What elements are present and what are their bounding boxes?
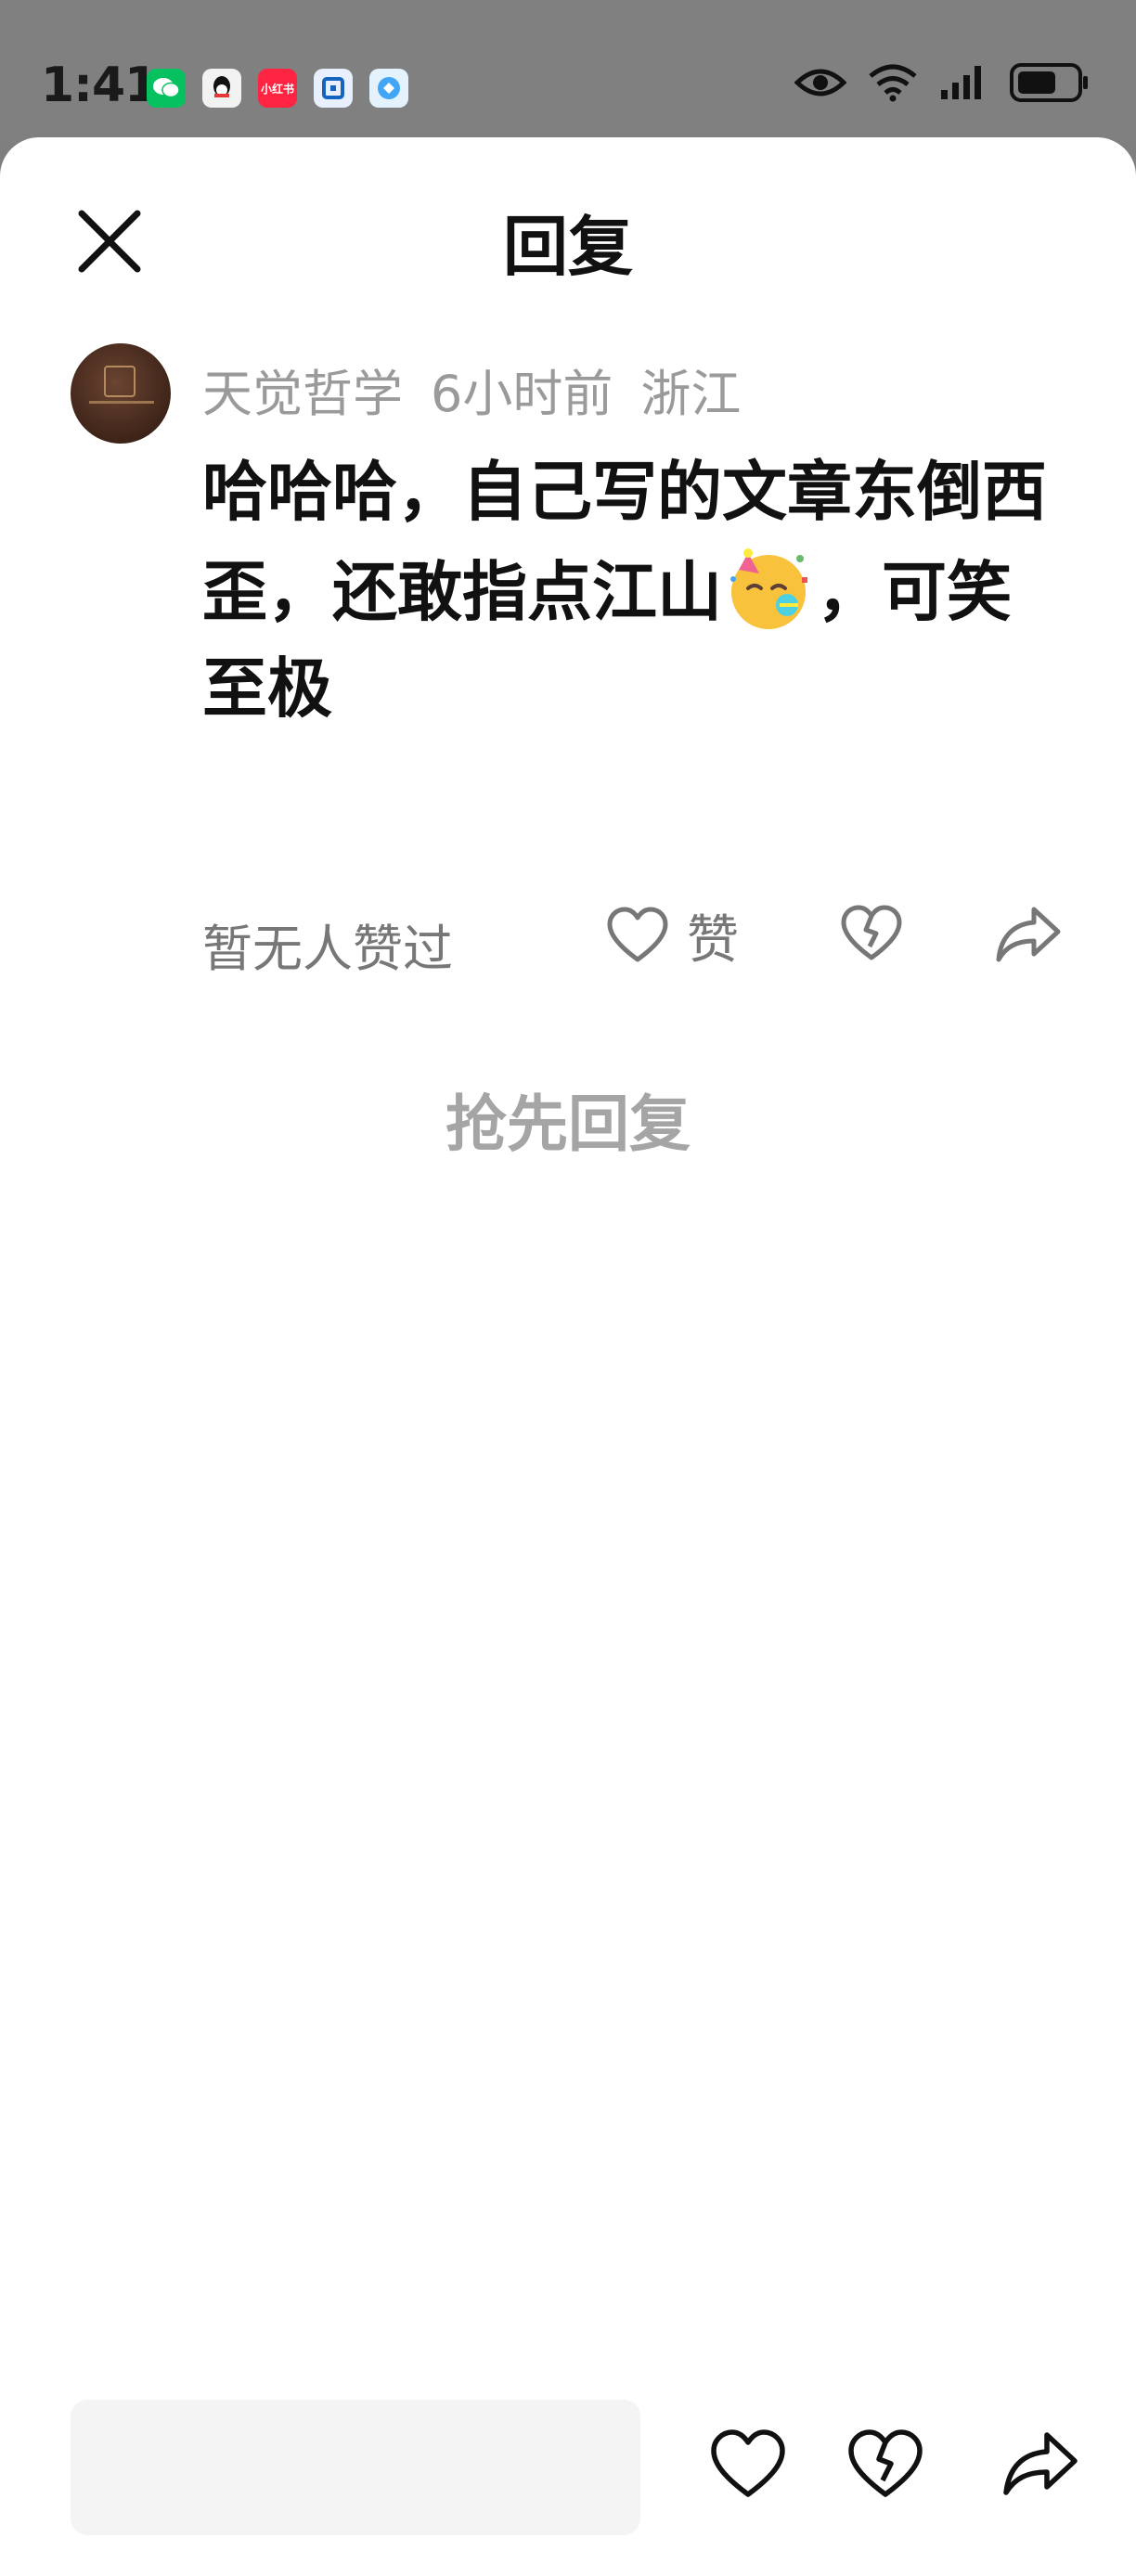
empty-replies-prompt[interactable]: 抢先回复 <box>0 1075 1136 1164</box>
signal-icon <box>941 66 981 99</box>
page-title: 回复 <box>503 209 633 285</box>
bank-icon <box>314 69 353 108</box>
heart-icon <box>607 907 668 961</box>
status-bar: 1:41 小红书 <box>0 0 1136 139</box>
like-label[interactable]: 赞 <box>687 898 739 973</box>
share-button[interactable] <box>993 902 1064 971</box>
share-icon <box>1003 2432 1078 2495</box>
qq-icon <box>202 69 241 108</box>
bottom-dislike-button[interactable] <box>846 2428 924 2505</box>
system-icons <box>794 63 1090 102</box>
comment-actions: 暂无人赞过 赞 <box>202 898 1084 982</box>
wechat-icon <box>147 69 186 108</box>
avatar-logo-mark <box>104 366 136 397</box>
status-time: 1:41 <box>41 58 158 113</box>
heart-icon <box>711 2429 785 2497</box>
xiaohongshu-icon: 小红书 <box>258 69 297 108</box>
partying-face-emoji <box>730 548 807 629</box>
comment-location: 浙江 <box>640 365 742 423</box>
broken-heart-icon <box>848 2429 923 2497</box>
wifi-icon <box>869 64 917 102</box>
broken-heart-icon <box>841 905 902 960</box>
bottom-share-button[interactable] <box>1000 2428 1080 2505</box>
browser-icon <box>369 69 408 108</box>
battery-icon <box>1010 63 1088 102</box>
avatar[interactable] <box>71 343 171 444</box>
likes-status: 暂无人赞过 <box>202 920 453 978</box>
share-icon <box>996 907 1061 962</box>
dislike-button[interactable] <box>839 902 904 971</box>
reply-sheet: 回复 天觉哲学 6小时前 浙江 哈哈哈，自己写的文章东倒西歪，还敢指点江山 ，可… <box>0 137 1136 2576</box>
comment-time: 6小时前 <box>431 365 613 423</box>
eye-icon <box>794 69 846 97</box>
bottom-like-button[interactable] <box>709 2428 787 2505</box>
avatar-logo-text <box>89 401 154 404</box>
comment-meta: 天觉哲学 6小时前 浙江 <box>202 353 741 426</box>
comment-author[interactable]: 天觉哲学 <box>202 353 403 426</box>
like-button[interactable]: 赞 <box>605 898 739 973</box>
reply-input[interactable] <box>71 2400 640 2535</box>
comment-text: 哈哈哈，自己写的文章东倒西歪，还敢指点江山 ，可笑至极 <box>202 444 1075 737</box>
